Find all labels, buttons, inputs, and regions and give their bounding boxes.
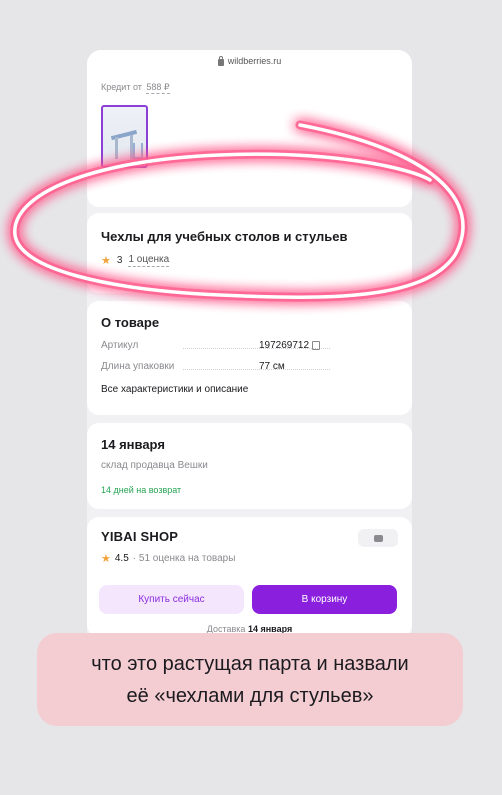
star-icon: ★ <box>101 553 111 565</box>
credit-amount[interactable]: 588 ₽ <box>146 82 170 94</box>
product-thumbnail[interactable] <box>101 105 148 168</box>
shop-rating-text: · 51 оценка на товары <box>132 553 236 564</box>
warehouse-text: склад продавца Вешки <box>101 460 208 471</box>
product-rating: ★ 3 1 оценка <box>101 254 398 267</box>
spec-row-article: Артикул 197269712 <box>101 340 398 351</box>
chat-icon <box>373 534 383 542</box>
phone-screen: wildberries.ru Кредит от 588 ₽ Чехлы для… <box>87 50 412 640</box>
lock-icon <box>217 55 224 66</box>
spec-value: 77 см <box>259 361 285 372</box>
credit-label: Кредит от <box>101 82 142 92</box>
product-gallery-card: Кредит от 588 ₽ <box>87 72 412 207</box>
shop-rating: ★ 4.5 · 51 оценка на товары <box>101 552 398 565</box>
reviews-link[interactable]: 1 оценка <box>128 254 170 267</box>
action-buttons: Купить сейчас В корзину <box>99 585 399 614</box>
shop-rating-value: 4.5 <box>114 553 129 564</box>
chat-button[interactable] <box>358 529 398 547</box>
spec-row-length: Длина упаковки 77 см <box>101 361 398 372</box>
spec-key: Длина упаковки <box>101 361 175 372</box>
about-title: О товаре <box>101 315 160 330</box>
shop-name[interactable]: YIBAI SHOP <box>101 529 398 544</box>
product-title: Чехлы для учебных столов и стульев <box>101 229 348 244</box>
credit-info: Кредит от 588 ₽ <box>101 82 398 94</box>
address-bar[interactable]: wildberries.ru <box>87 50 412 72</box>
copy-icon[interactable] <box>312 341 321 350</box>
product-title-card: Чехлы для учебных столов и стульев ★ 3 1… <box>87 213 412 293</box>
url-text: wildberries.ru <box>227 56 282 66</box>
all-specs-link[interactable]: Все характеристики и описание <box>101 384 398 395</box>
star-icon: ★ <box>101 255 111 267</box>
rating-value: 3 <box>116 255 123 266</box>
delivery-date: 14 января <box>101 437 165 452</box>
add-to-cart-button[interactable]: В корзину <box>252 585 397 614</box>
shop-card[interactable]: YIBAI SHOP ★ 4.5 · 51 оценка на товары <box>87 517 412 637</box>
spec-key: Артикул <box>101 340 139 351</box>
delivery-card: 14 января склад продавца Вешки 14 дней н… <box>87 423 412 509</box>
spec-value: 197269712 <box>259 340 310 351</box>
caption-box: что это растущая парта и назвали её «чех… <box>37 633 463 726</box>
return-policy[interactable]: 14 дней на возврат <box>101 485 398 495</box>
about-product-card: О товаре Артикул 197269712 Длина упаковк… <box>87 301 412 415</box>
caption-line-2: её «чехлами для стульев» <box>126 684 374 707</box>
caption-line-1: что это растущая парта и назвали <box>91 652 409 675</box>
buy-now-button[interactable]: Купить сейчас <box>99 585 244 614</box>
